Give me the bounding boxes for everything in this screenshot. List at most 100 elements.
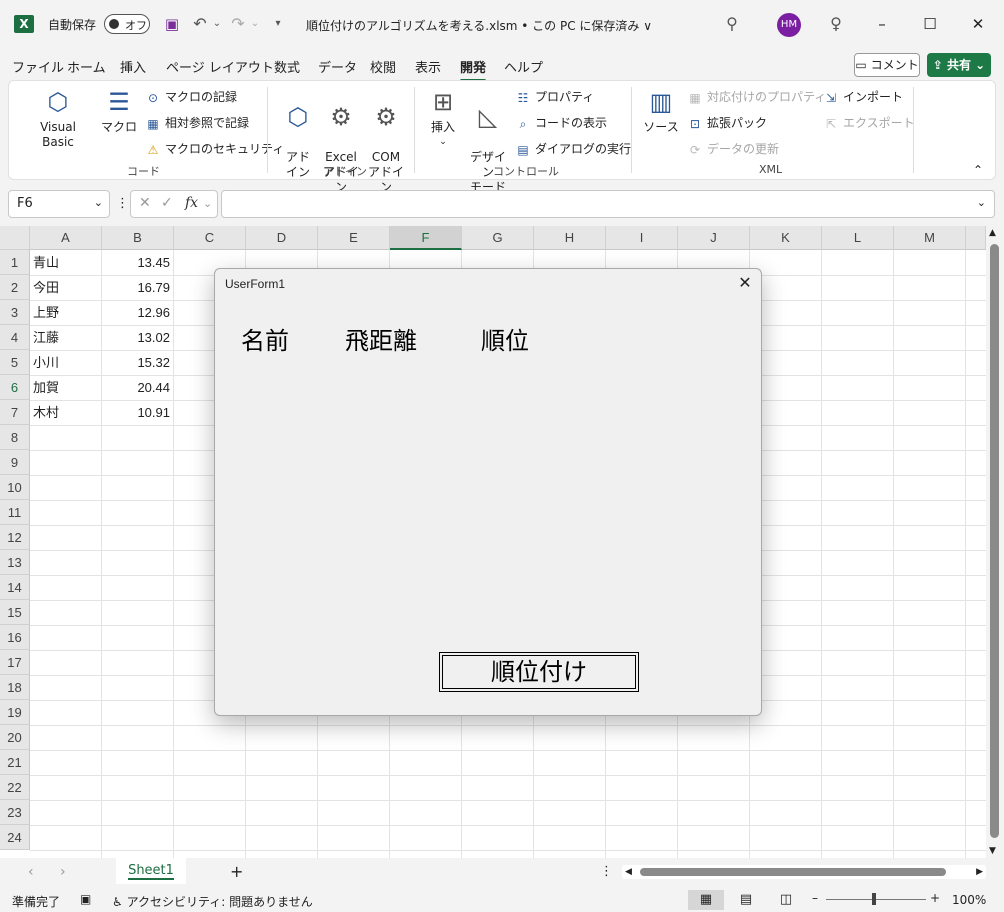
accessibility-status[interactable]: ♿ アクセシビリティ: 問題ありません: [112, 893, 313, 910]
search-icon[interactable]: ⚲: [722, 14, 742, 34]
scroll-left-icon[interactable]: ◀: [625, 865, 632, 879]
sheet-tab-sheet1[interactable]: Sheet1: [116, 858, 186, 884]
undo-icon[interactable]: ↶: [190, 14, 210, 34]
more-options-icon[interactable]: ⋮: [116, 196, 129, 211]
tab-data[interactable]: データ: [318, 57, 357, 76]
cell-distance[interactable]: 16.79: [104, 275, 170, 300]
scroll-right-icon[interactable]: ▶: [976, 865, 983, 879]
formula-input[interactable]: ⌄: [221, 190, 995, 218]
cell-name[interactable]: 今田: [33, 275, 99, 300]
insert-control-button[interactable]: ⊞ 挿入 ⌄: [425, 87, 461, 150]
tab-formulas[interactable]: 数式: [274, 57, 300, 76]
run-dialog-button[interactable]: ▤ ダイアログの実行: [515, 140, 631, 158]
macro-record-icon[interactable]: ▣: [80, 892, 91, 906]
row-header[interactable]: 12: [0, 525, 30, 550]
com-addin-button[interactable]: ⚙ COM アドイン: [365, 87, 407, 195]
tab-file[interactable]: ファイル: [12, 57, 64, 76]
record-macro-button[interactable]: ⊙ マクロの記録: [145, 88, 237, 106]
normal-view-button[interactable]: ▦: [688, 890, 724, 910]
row-header[interactable]: 8: [0, 425, 30, 450]
tab-developer[interactable]: 開発: [460, 57, 487, 82]
chevron-down-icon[interactable]: ⌄: [203, 197, 212, 210]
cell-name[interactable]: 江藤: [33, 325, 99, 350]
addin-button[interactable]: ⬡ アド イン: [281, 87, 315, 180]
prev-sheet-icon[interactable]: ‹: [28, 864, 34, 880]
autosave-toggle[interactable]: オフ: [104, 14, 150, 34]
add-sheet-button[interactable]: +: [230, 862, 243, 881]
horizontal-scrollbar[interactable]: ◀ ▶: [622, 865, 986, 879]
scroll-thumb[interactable]: [640, 868, 946, 876]
column-header[interactable]: C: [174, 226, 246, 250]
xml-source-button[interactable]: ▥ ソース: [641, 87, 681, 135]
cell-distance[interactable]: 13.45: [104, 250, 170, 275]
column-header[interactable]: I: [606, 226, 678, 250]
cell-name[interactable]: 上野: [33, 300, 99, 325]
row-header[interactable]: 5: [0, 350, 30, 375]
row-header[interactable]: 13: [0, 550, 30, 575]
scroll-down-icon[interactable]: ▼: [989, 846, 996, 856]
column-header[interactable]: D: [246, 226, 318, 250]
name-box[interactable]: F6 ⌄: [8, 190, 110, 218]
cancel-icon[interactable]: ✕: [139, 195, 151, 211]
row-header[interactable]: 21: [0, 750, 30, 775]
cell-name[interactable]: 小川: [33, 350, 99, 375]
page-break-view-button[interactable]: ◫: [768, 890, 804, 910]
cell-distance[interactable]: 20.44: [104, 375, 170, 400]
tab-help[interactable]: ヘルプ: [504, 57, 543, 76]
row-header[interactable]: 15: [0, 600, 30, 625]
row-header[interactable]: 16: [0, 625, 30, 650]
column-header[interactable]: H: [534, 226, 606, 250]
share-button[interactable]: ⇪ 共有 ⌄: [927, 53, 991, 77]
row-header[interactable]: 24: [0, 825, 30, 850]
rank-button[interactable]: 順位付け: [439, 652, 639, 692]
cell-distance[interactable]: 13.02: [104, 325, 170, 350]
row-header[interactable]: 10: [0, 475, 30, 500]
undo-dropdown-icon[interactable]: ⌄: [212, 14, 222, 34]
row-header[interactable]: 22: [0, 775, 30, 800]
avatar[interactable]: HM: [777, 13, 801, 37]
maximize-button[interactable]: ☐: [910, 12, 950, 36]
relative-reference-button[interactable]: ▦ 相対参照で記録: [145, 114, 249, 132]
refresh-data-button[interactable]: ⟳ データの更新: [687, 140, 779, 158]
close-window-button[interactable]: ✕: [958, 12, 998, 36]
insert-function-icon[interactable]: fx: [185, 195, 198, 211]
row-header[interactable]: 7: [0, 400, 30, 425]
visual-basic-button[interactable]: ⬡ Visual Basic: [23, 87, 93, 150]
tab-view[interactable]: 表示: [415, 57, 441, 76]
view-code-button[interactable]: ⌕ コードの表示: [515, 114, 607, 132]
row-header[interactable]: 9: [0, 450, 30, 475]
row-header[interactable]: 17: [0, 650, 30, 675]
collapse-ribbon-icon[interactable]: ⌃: [973, 163, 983, 177]
row-header[interactable]: 1: [0, 250, 30, 275]
comment-button[interactable]: ▭ コメント: [854, 53, 920, 77]
column-header[interactable]: L: [822, 226, 894, 250]
row-header[interactable]: 19: [0, 700, 30, 725]
lightbulb-icon[interactable]: ♀: [826, 14, 846, 34]
cell-name[interactable]: 木村: [33, 400, 99, 425]
more-options-icon[interactable]: ⋮: [600, 864, 613, 879]
row-header[interactable]: 23: [0, 800, 30, 825]
scroll-up-icon[interactable]: ▲: [989, 228, 996, 238]
column-header-selected[interactable]: F: [390, 226, 462, 250]
macro-security-button[interactable]: ⚠ マクロのセキュリティ: [145, 140, 285, 158]
save-icon[interactable]: ▣: [162, 14, 182, 34]
row-header[interactable]: 11: [0, 500, 30, 525]
column-header[interactable]: M: [894, 226, 966, 250]
row-header-selected[interactable]: 6: [0, 375, 30, 400]
zoom-in-icon[interactable]: +: [930, 891, 940, 905]
map-properties-button[interactable]: ▦ 対応付けのプロパティ: [687, 88, 826, 106]
cell-distance[interactable]: 12.96: [104, 300, 170, 325]
close-icon[interactable]: ✕: [735, 273, 755, 293]
document-title[interactable]: 順位付けのアルゴリズムを考える.xlsm • この PC に保存済み ∨: [306, 17, 652, 34]
column-header[interactable]: [966, 226, 986, 250]
row-header[interactable]: 3: [0, 300, 30, 325]
row-header[interactable]: 20: [0, 725, 30, 750]
tab-home[interactable]: ホーム: [67, 57, 106, 76]
row-header[interactable]: 4: [0, 325, 30, 350]
zoom-out-icon[interactable]: –: [812, 891, 818, 905]
customize-qat-icon[interactable]: ▾: [268, 14, 288, 34]
cell-distance[interactable]: 10.91: [104, 400, 170, 425]
zoom-level[interactable]: 100%: [952, 893, 986, 907]
select-all-corner[interactable]: [0, 226, 30, 250]
cell-name[interactable]: 青山: [33, 250, 99, 275]
